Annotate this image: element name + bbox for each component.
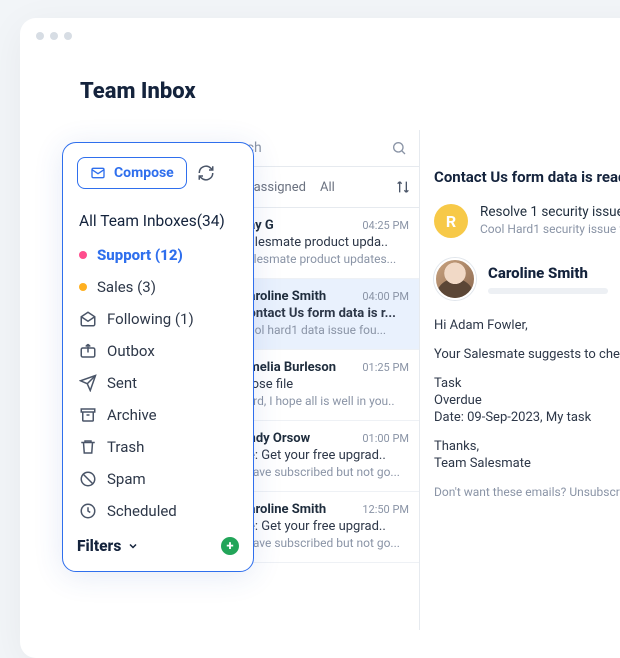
message-preview: I have subscribed but not go...	[240, 536, 409, 550]
body-signoff: Team Salesmate	[434, 456, 620, 471]
mail-icon	[90, 165, 106, 181]
search-icon	[391, 140, 407, 156]
sidebar-filters[interactable]: Filters +	[77, 537, 239, 555]
message-time: 04:25 PM	[362, 219, 409, 232]
sidebar-item-label: Archive	[107, 406, 157, 424]
message-preview: Salesmate product updates...	[240, 252, 409, 266]
compose-label: Compose	[114, 165, 174, 181]
sidebar-item-outbox[interactable]: Outbox	[77, 335, 239, 367]
sidebar-item-label: Outbox	[107, 342, 155, 360]
detail-summary-card: R Resolve 1 security issue found on Cool…	[434, 204, 620, 238]
sidebar-item-trash[interactable]: Trash	[77, 431, 239, 463]
outbox-icon	[79, 342, 97, 360]
body-line: Your Salesmate suggests to check these o…	[434, 347, 620, 362]
author-meta-placeholder	[488, 288, 608, 294]
sort-icon[interactable]	[395, 179, 411, 195]
message-preview: I have subscribed but not go...	[240, 465, 409, 479]
sidebar-item-label: Spam	[107, 470, 146, 488]
message-subject: Salesmate product upda..	[240, 235, 409, 250]
sidebar-item-label: Sales (3)	[97, 278, 156, 296]
summary-line-1: Resolve 1 security issue found on	[480, 204, 620, 220]
chevron-down-icon	[127, 540, 139, 552]
sidebar-item-label: Sent	[107, 374, 137, 392]
window-traffic-lights	[20, 18, 620, 46]
message-subject: Re: Get your free upgrad..	[240, 519, 409, 534]
filters-label: Filters	[77, 537, 121, 555]
sidebar-item-following[interactable]: Following (1)	[77, 303, 239, 335]
body-date: Date: 09-Sep-2023, My task	[434, 410, 620, 425]
block-icon	[79, 470, 97, 488]
archive-icon	[79, 406, 97, 424]
sidebar-item-support[interactable]: Support (12)	[77, 239, 239, 271]
mail-open-icon	[79, 310, 97, 328]
message-list-column: rch Unassigned All Kay G04:25 PM Salesma…	[230, 130, 420, 630]
message-sender: Amelia Burleson	[240, 360, 336, 375]
message-item[interactable]: Andy Orsow01:00 PM Re: Get your free upg…	[230, 421, 419, 492]
message-tabs: Unassigned All	[230, 167, 419, 208]
message-item[interactable]: Amelia Burleson 01:25 PM Close file hard,…	[230, 350, 419, 421]
message-time: 01:00 PM	[362, 432, 409, 445]
sidebar-item-spam[interactable]: Spam	[77, 463, 239, 495]
message-preview: Cool hard1 data issue fou...	[240, 323, 409, 337]
message-preview: hard, I hope all is well in you..	[240, 394, 409, 408]
add-filter-button[interactable]: +	[221, 537, 239, 555]
sidebar-item-label: Scheduled	[107, 502, 177, 520]
sidebar-item-label: Following (1)	[107, 310, 194, 328]
summary-line-2: Cool Hard1 security issue found on yo	[480, 222, 620, 236]
message-subject: Re: Get your free upgrad..	[240, 448, 409, 463]
author-name: Caroline Smith	[488, 264, 608, 282]
page-title: Team Inbox	[80, 79, 196, 104]
body-footer: Don't want these emails? Unsubscribe fro…	[434, 485, 620, 499]
message-time: 01:25 PM	[362, 361, 409, 374]
message-search[interactable]: rch	[230, 130, 419, 167]
message-subject: Close file	[240, 377, 409, 392]
detail-title: Contact Us form data is ready	[434, 168, 620, 186]
reading-pane: Contact Us form data is ready R Resolve …	[420, 130, 620, 513]
dot-icon	[79, 283, 87, 291]
refresh-icon[interactable]	[197, 164, 215, 182]
trash-icon	[79, 438, 97, 456]
message-time: 12:50 PM	[362, 503, 409, 516]
dot-icon	[79, 251, 87, 259]
sidebar-item-scheduled[interactable]: Scheduled	[77, 495, 239, 527]
sidebar-item-sales[interactable]: Sales (3)	[77, 271, 239, 303]
message-item[interactable]: Kay G04:25 PM Salesmate product upda.. S…	[230, 208, 419, 279]
body-task-label: Task	[434, 376, 620, 391]
body-greeting: Hi Adam Fowler,	[434, 318, 620, 333]
message-subject: Contact Us form data is r...	[240, 306, 409, 321]
tab-all[interactable]: All	[320, 180, 335, 195]
body-thanks: Thanks,	[434, 439, 620, 454]
message-time: 04:00 PM	[362, 290, 409, 303]
avatar: R	[434, 204, 468, 238]
compose-button[interactable]: Compose	[77, 157, 187, 189]
message-item[interactable]: Caroline Smith04:00 PM Contact Us form d…	[230, 279, 419, 350]
send-icon	[79, 374, 97, 392]
sidebar-item-sent[interactable]: Sent	[77, 367, 239, 399]
author-row: Caroline Smith	[434, 258, 620, 300]
sidebar: Compose All Team Inboxes(34) Support (12…	[62, 142, 254, 572]
sidebar-item-archive[interactable]: Archive	[77, 399, 239, 431]
sidebar-all-inboxes[interactable]: All Team Inboxes(34)	[77, 205, 239, 237]
message-item[interactable]: Caroline Smith12:50 PM Re: Get your free…	[230, 492, 419, 563]
sidebar-item-label: Trash	[107, 438, 144, 456]
email-body: Hi Adam Fowler, Your Salesmate suggests …	[434, 318, 620, 499]
header: Team Inbox Se	[20, 46, 620, 130]
clock-icon	[79, 502, 97, 520]
body-overdue-label: Overdue	[434, 393, 620, 408]
sidebar-item-label: Support (12)	[97, 246, 183, 264]
author-avatar	[434, 258, 476, 300]
